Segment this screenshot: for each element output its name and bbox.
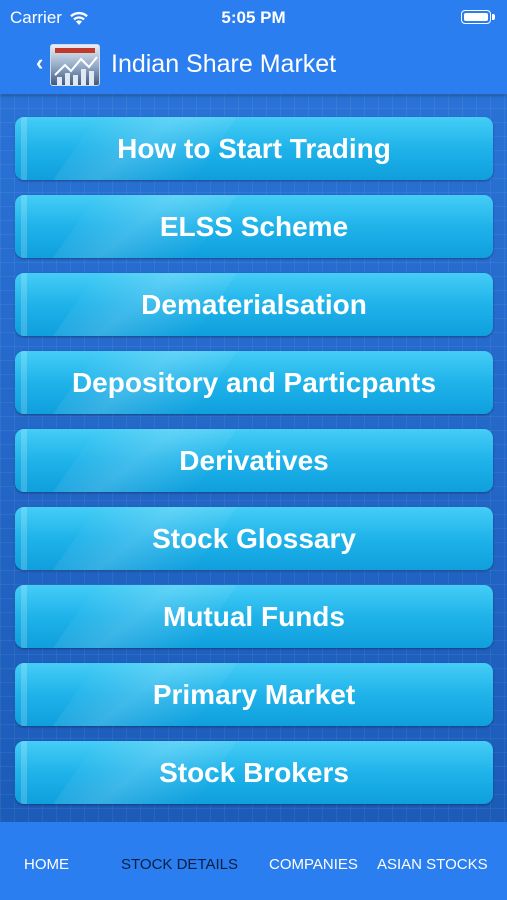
back-button[interactable]: ‹ bbox=[34, 44, 106, 86]
menu-button-dematerialsation[interactable]: Dematerialsation bbox=[15, 273, 493, 336]
main-content: How to Start Trading ELSS Scheme Demater… bbox=[0, 94, 507, 822]
menu-list: How to Start Trading ELSS Scheme Demater… bbox=[15, 117, 493, 804]
tab-stock-details[interactable]: STOCK DETAILS bbox=[121, 856, 238, 873]
menu-button-primary-market[interactable]: Primary Market bbox=[15, 663, 493, 726]
menu-button-label: Stock Brokers bbox=[159, 756, 349, 788]
page-title: Indian Share Market bbox=[111, 50, 337, 78]
app-logo-icon bbox=[50, 44, 100, 86]
status-bar: Carrier 5:05 PM bbox=[0, 0, 507, 36]
battery-icon bbox=[461, 10, 495, 26]
menu-button-mutual-funds[interactable]: Mutual Funds bbox=[15, 585, 493, 648]
tab-bar: HOME STOCK DETAILS COMPANIES ASIAN STOCK… bbox=[0, 822, 507, 900]
menu-button-how-to-start-trading[interactable]: How to Start Trading bbox=[15, 117, 493, 180]
menu-button-stock-brokers[interactable]: Stock Brokers bbox=[15, 741, 493, 804]
menu-button-elss-scheme[interactable]: ELSS Scheme bbox=[15, 195, 493, 258]
menu-button-label: Dematerialsation bbox=[141, 288, 367, 320]
tab-asian-stocks[interactable]: ASIAN STOCKS bbox=[377, 856, 488, 873]
status-time: 5:05 PM bbox=[221, 8, 286, 27]
menu-button-label: Derivatives bbox=[179, 444, 329, 476]
tab-home[interactable]: HOME bbox=[24, 856, 69, 873]
menu-button-label: How to Start Trading bbox=[117, 132, 391, 164]
menu-button-label: ELSS Scheme bbox=[159, 210, 349, 242]
menu-button-label: Stock Glossary bbox=[152, 522, 356, 554]
menu-button-label: Mutual Funds bbox=[163, 600, 345, 632]
chevron-left-icon: ‹ bbox=[36, 50, 44, 75]
menu-button-label: Depository and Particpants bbox=[71, 366, 437, 398]
app-screen: Carrier 5:05 PM ‹ Indian Share Market Ho… bbox=[0, 0, 507, 900]
menu-button-label: Primary Market bbox=[152, 678, 356, 710]
menu-button-stock-glossary[interactable]: Stock Glossary bbox=[15, 507, 493, 570]
tab-companies[interactable]: COMPANIES bbox=[269, 856, 358, 873]
menu-button-derivatives[interactable]: Derivatives bbox=[15, 429, 493, 492]
menu-button-depository-and-participants[interactable]: Depository and Particpants bbox=[15, 351, 493, 414]
navigation-bar: ‹ Indian Share Market bbox=[0, 36, 507, 94]
